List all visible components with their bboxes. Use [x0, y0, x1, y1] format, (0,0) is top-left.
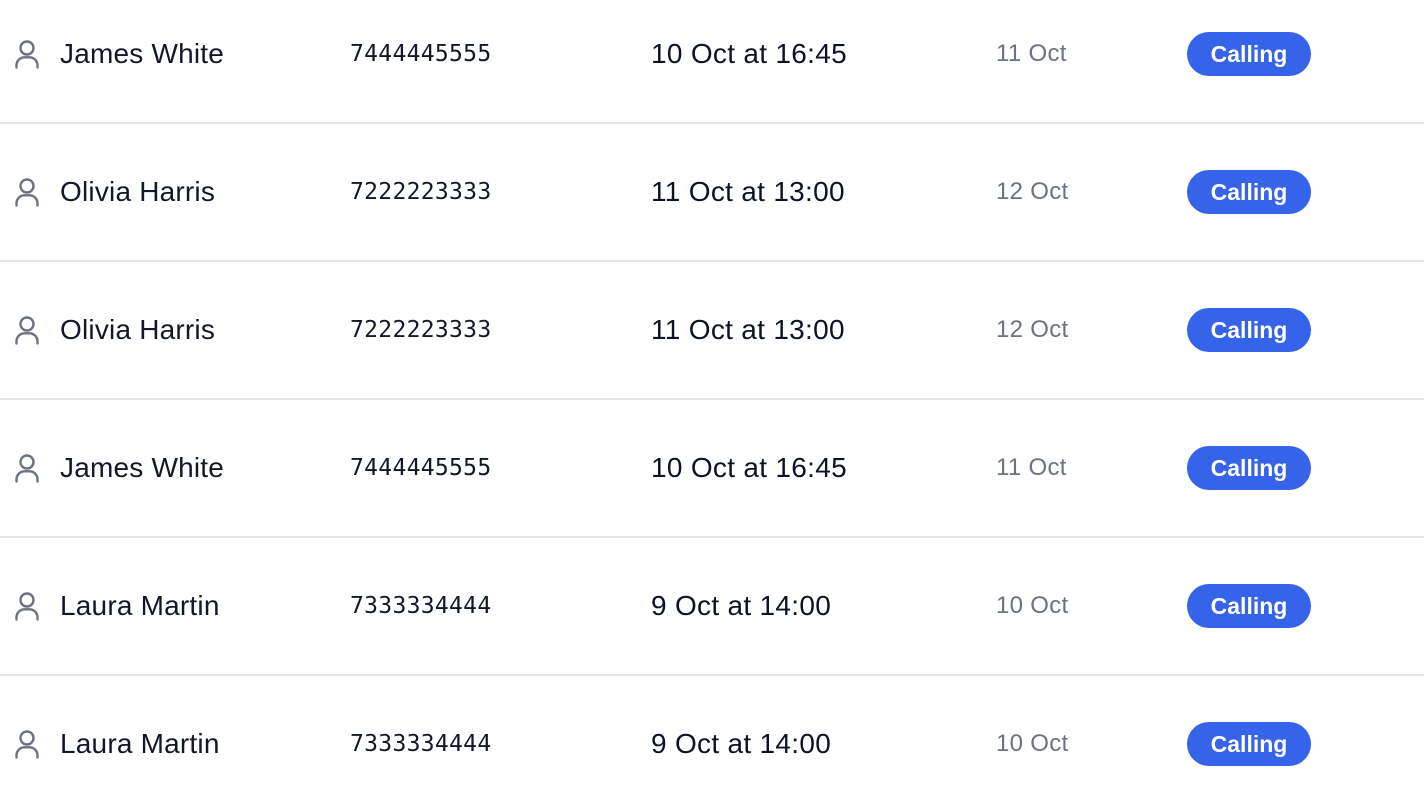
status-cell: Calling	[1187, 262, 1311, 398]
call-datetime: 9 Oct at 14:00	[651, 728, 832, 759]
user-icon	[14, 676, 44, 796]
user-icon	[14, 538, 44, 674]
next-date: 10 Oct	[996, 592, 1069, 619]
status-badge[interactable]: Calling	[1187, 32, 1311, 76]
table-row[interactable]: James White 7444445555 10 Oct at 16:45 1…	[0, 400, 1424, 538]
status-cell: Calling	[1187, 0, 1311, 122]
contact-phone: 7333334444	[350, 593, 492, 619]
next-date: 10 Oct	[996, 730, 1069, 757]
next-date: 12 Oct	[996, 316, 1069, 343]
table-row[interactable]: Laura Martin 7333334444 9 Oct at 14:00 1…	[0, 538, 1424, 676]
call-datetime: 11 Oct at 13:00	[651, 314, 845, 345]
status-badge[interactable]: Calling	[1187, 446, 1311, 490]
status-cell: Calling	[1187, 538, 1311, 674]
contact-phone: 7444445555	[350, 41, 492, 67]
contact-name: Olivia Harris	[60, 176, 216, 207]
contact-name: James White	[60, 38, 225, 69]
contact-phone: 7333334444	[350, 731, 492, 757]
table-row[interactable]: Olivia Harris 7222223333 11 Oct at 13:00…	[0, 124, 1424, 262]
call-datetime: 10 Oct at 16:45	[651, 38, 847, 69]
status-badge[interactable]: Calling	[1187, 722, 1311, 766]
contact-name: Laura Martin	[60, 590, 220, 621]
user-icon	[14, 124, 44, 260]
call-datetime: 10 Oct at 16:45	[651, 452, 847, 483]
table-row[interactable]: James White 7444445555 10 Oct at 16:45 1…	[0, 0, 1424, 124]
status-cell: Calling	[1187, 676, 1311, 796]
status-badge[interactable]: Calling	[1187, 584, 1311, 628]
contact-phone: 7444445555	[350, 455, 492, 481]
contact-phone: 7222223333	[350, 179, 492, 205]
next-date: 11 Oct	[996, 40, 1067, 67]
user-icon	[14, 262, 44, 398]
call-datetime: 11 Oct at 13:00	[651, 176, 845, 207]
next-date: 12 Oct	[996, 178, 1069, 205]
next-date: 11 Oct	[996, 454, 1067, 481]
contact-name: Olivia Harris	[60, 314, 216, 345]
user-icon	[14, 0, 44, 122]
call-datetime: 9 Oct at 14:00	[651, 590, 832, 621]
table-row[interactable]: Laura Martin 7333334444 9 Oct at 14:00 1…	[0, 676, 1424, 796]
contact-phone: 7222223333	[350, 317, 492, 343]
status-badge[interactable]: Calling	[1187, 308, 1311, 352]
status-badge[interactable]: Calling	[1187, 170, 1311, 214]
contact-name: Laura Martin	[60, 728, 220, 759]
status-cell: Calling	[1187, 124, 1311, 260]
contact-name: James White	[60, 452, 225, 483]
contact-list: James White 7444445555 10 Oct at 16:45 1…	[0, 0, 1424, 796]
table-row[interactable]: Olivia Harris 7222223333 11 Oct at 13:00…	[0, 262, 1424, 400]
status-cell: Calling	[1187, 400, 1311, 536]
user-icon	[14, 400, 44, 536]
